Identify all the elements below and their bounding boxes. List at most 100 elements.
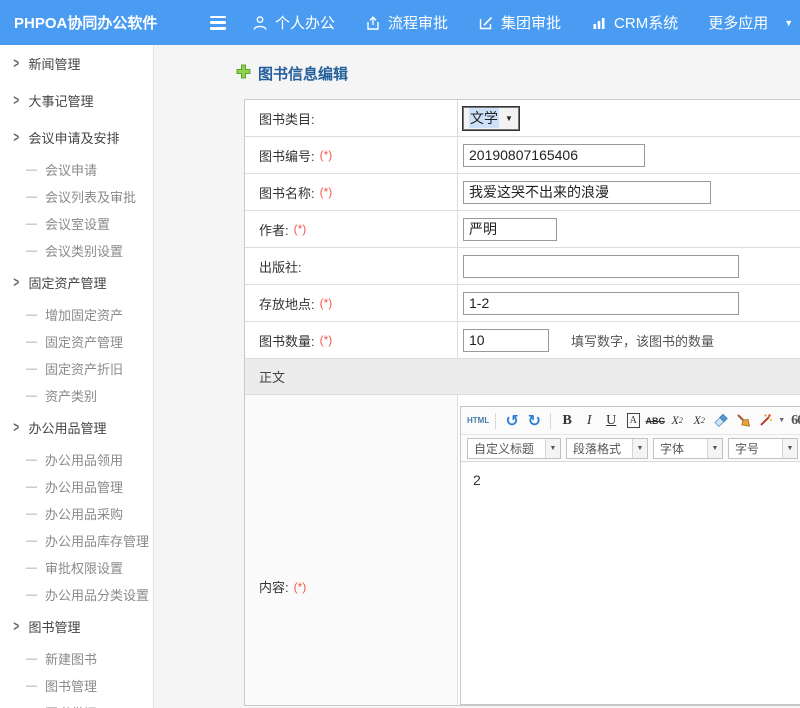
chevron-down-icon[interactable]: ▼: [784, 18, 793, 28]
top-header: PHPOA协同办公软件 个人办公 流程审批 集团审批 CRM系统 更多应用 ▼: [0, 0, 800, 45]
editor-content-area[interactable]: 2: [461, 462, 800, 704]
sidebar-item-label: 会议申请: [45, 160, 97, 179]
nav-workflow-approval[interactable]: 流程审批: [365, 12, 448, 33]
magic-wand-icon[interactable]: [755, 410, 775, 432]
hamburger-menu-icon[interactable]: [210, 16, 230, 30]
nav-label: CRM系统: [614, 12, 678, 33]
nav-personal-office[interactable]: 个人办公: [252, 12, 335, 33]
dash-icon: —: [26, 164, 37, 176]
form-row-location: 存放地点: (*): [245, 285, 800, 322]
strikethrough-button[interactable]: ABC: [645, 410, 665, 432]
format-brush-icon[interactable]: [733, 410, 753, 432]
sidebar-item-label: 会议室设置: [45, 214, 110, 233]
editor-toolbar-row2: 自定义标题 ▼ 段落格式 ▼ 字体 ▼: [461, 435, 800, 462]
sidebar-item[interactable]: >大事记管理: [0, 82, 153, 119]
field-label: 内容: (*): [245, 395, 458, 705]
sidebar-item[interactable]: —办公用品采购: [0, 500, 153, 527]
dash-icon: —: [26, 680, 37, 692]
dash-icon: —: [26, 218, 37, 230]
undo-button[interactable]: ↺: [502, 410, 522, 432]
sidebar-item[interactable]: — 增加固定资产: [0, 301, 153, 328]
field-label: 图书编号: (*): [245, 137, 458, 173]
toolbar-separator: [495, 413, 496, 429]
sidebar-item-label: 会议列表及审批: [45, 187, 136, 206]
sidebar-item-label: 新建图书: [45, 649, 97, 668]
nav-more-apps[interactable]: 更多应用: [708, 12, 768, 33]
form-row-author: 作者: (*): [245, 211, 800, 248]
author-input[interactable]: [463, 218, 557, 241]
subscript-button[interactable]: X2: [689, 410, 709, 432]
sidebar-item[interactable]: — 会议申请: [0, 156, 153, 183]
underline-button[interactable]: U: [601, 410, 621, 432]
select-arrow-icon: ▼: [505, 114, 513, 123]
sidebar-item-label: 图书管理: [28, 617, 80, 636]
user-icon: [252, 15, 268, 31]
chevron-right-icon: >: [13, 275, 19, 291]
nav-label: 流程审批: [388, 12, 448, 33]
sidebar-item-label: 会议类别设置: [45, 241, 123, 260]
sidebar-item[interactable]: >图书管理: [0, 608, 153, 645]
book-number-input[interactable]: [463, 144, 645, 167]
book-name-input[interactable]: [463, 181, 711, 204]
sidebar-item[interactable]: > 固定资产管理: [0, 264, 153, 301]
form-row-category: 图书类目: 文学 ▼: [245, 100, 800, 137]
sidebar: >新闻管理>大事记管理>会议申请及安排—会议申请—会议列表及审批—会议室设置—会…: [0, 45, 154, 708]
top-nav: 个人办公 流程审批 集团审批 CRM系统 更多应用 ▼: [252, 12, 793, 33]
sidebar-item[interactable]: —会议列表及审批: [0, 183, 153, 210]
sidebar-item[interactable]: —办公用品管理: [0, 473, 153, 500]
font-size-select[interactable]: 字号 ▼: [728, 438, 798, 459]
sidebar-item[interactable]: —固定资产折旧: [0, 355, 153, 382]
sidebar-item[interactable]: — 会议室设置: [0, 210, 153, 237]
sidebar-item[interactable]: —办公用品库存管理: [0, 527, 153, 554]
book-edit-form: 图书类目: 文学 ▼ 图书编号: (*): [244, 99, 800, 706]
sidebar-item[interactable]: >会议申请及安排: [0, 119, 153, 156]
eraser-icon[interactable]: [711, 410, 731, 432]
superscript-button[interactable]: X2: [667, 410, 687, 432]
html-source-button[interactable]: HTML: [467, 410, 489, 432]
content-area: 图书信息编辑 图书类目: 文学 ▼ 图书编号: (*): [154, 45, 800, 708]
sidebar-item-label: 增加固定资产: [45, 305, 123, 324]
sidebar-item[interactable]: —新建图书: [0, 645, 153, 672]
chevron-right-icon: >: [13, 130, 19, 146]
form-row-quantity: 图书数量: (*) 填写数字，该图书的数量: [245, 322, 800, 359]
sidebar-item[interactable]: >新闻管理: [0, 45, 153, 82]
redo-button[interactable]: ↻: [524, 410, 544, 432]
sidebar-item[interactable]: >办公用品管理: [0, 409, 153, 446]
publisher-input[interactable]: [463, 255, 739, 278]
dash-icon: —: [26, 309, 37, 321]
sidebar-item[interactable]: —图书借阅: [0, 699, 153, 708]
sidebar-item[interactable]: —资产类别: [0, 382, 153, 409]
nav-group-approval[interactable]: 集团审批: [478, 12, 561, 33]
sidebar-item-label: 固定资产管理: [28, 273, 106, 292]
chevron-right-icon: >: [13, 420, 19, 436]
sidebar-item[interactable]: —办公用品领用: [0, 446, 153, 473]
blockquote-button[interactable]: 66: [787, 410, 800, 432]
wand-dropdown-caret-icon[interactable]: ▼: [778, 417, 785, 424]
nav-label: 更多应用: [708, 12, 768, 33]
font-family-select[interactable]: 字体 ▼: [653, 438, 723, 459]
sidebar-item-label: 图书管理: [45, 676, 97, 695]
nav-crm-system[interactable]: CRM系统: [591, 12, 678, 33]
sidebar-item[interactable]: —会议类别设置: [0, 237, 153, 264]
italic-button[interactable]: I: [579, 410, 599, 432]
field-label: 图书类目:: [245, 100, 458, 136]
toolbar-separator: [550, 413, 551, 429]
custom-title-select[interactable]: 自定义标题 ▼: [467, 438, 561, 459]
dash-icon: —: [26, 589, 37, 601]
section-header-body-text: 正文: [245, 359, 800, 395]
bold-button[interactable]: B: [557, 410, 577, 432]
category-select[interactable]: 文学 ▼: [463, 107, 519, 130]
rich-text-editor: HTML ↺ ↻ B I U A ABC X2 X2: [460, 406, 800, 705]
form-row-content: 内容: (*) HTML ↺ ↻ B I: [245, 395, 800, 705]
quantity-input[interactable]: [463, 329, 549, 352]
font-border-button[interactable]: A: [623, 410, 643, 432]
paragraph-format-select[interactable]: 段落格式 ▼: [566, 438, 648, 459]
select-arrow-icon: ▼: [545, 439, 560, 458]
required-mark: (*): [320, 185, 333, 199]
sidebar-item[interactable]: — 图书管理: [0, 672, 153, 699]
sidebar-item[interactable]: —审批权限设置: [0, 554, 153, 581]
dash-icon: —: [26, 454, 37, 466]
sidebar-item[interactable]: —办公用品分类设置: [0, 581, 153, 608]
location-input[interactable]: [463, 292, 739, 315]
sidebar-item[interactable]: —固定资产管理: [0, 328, 153, 355]
